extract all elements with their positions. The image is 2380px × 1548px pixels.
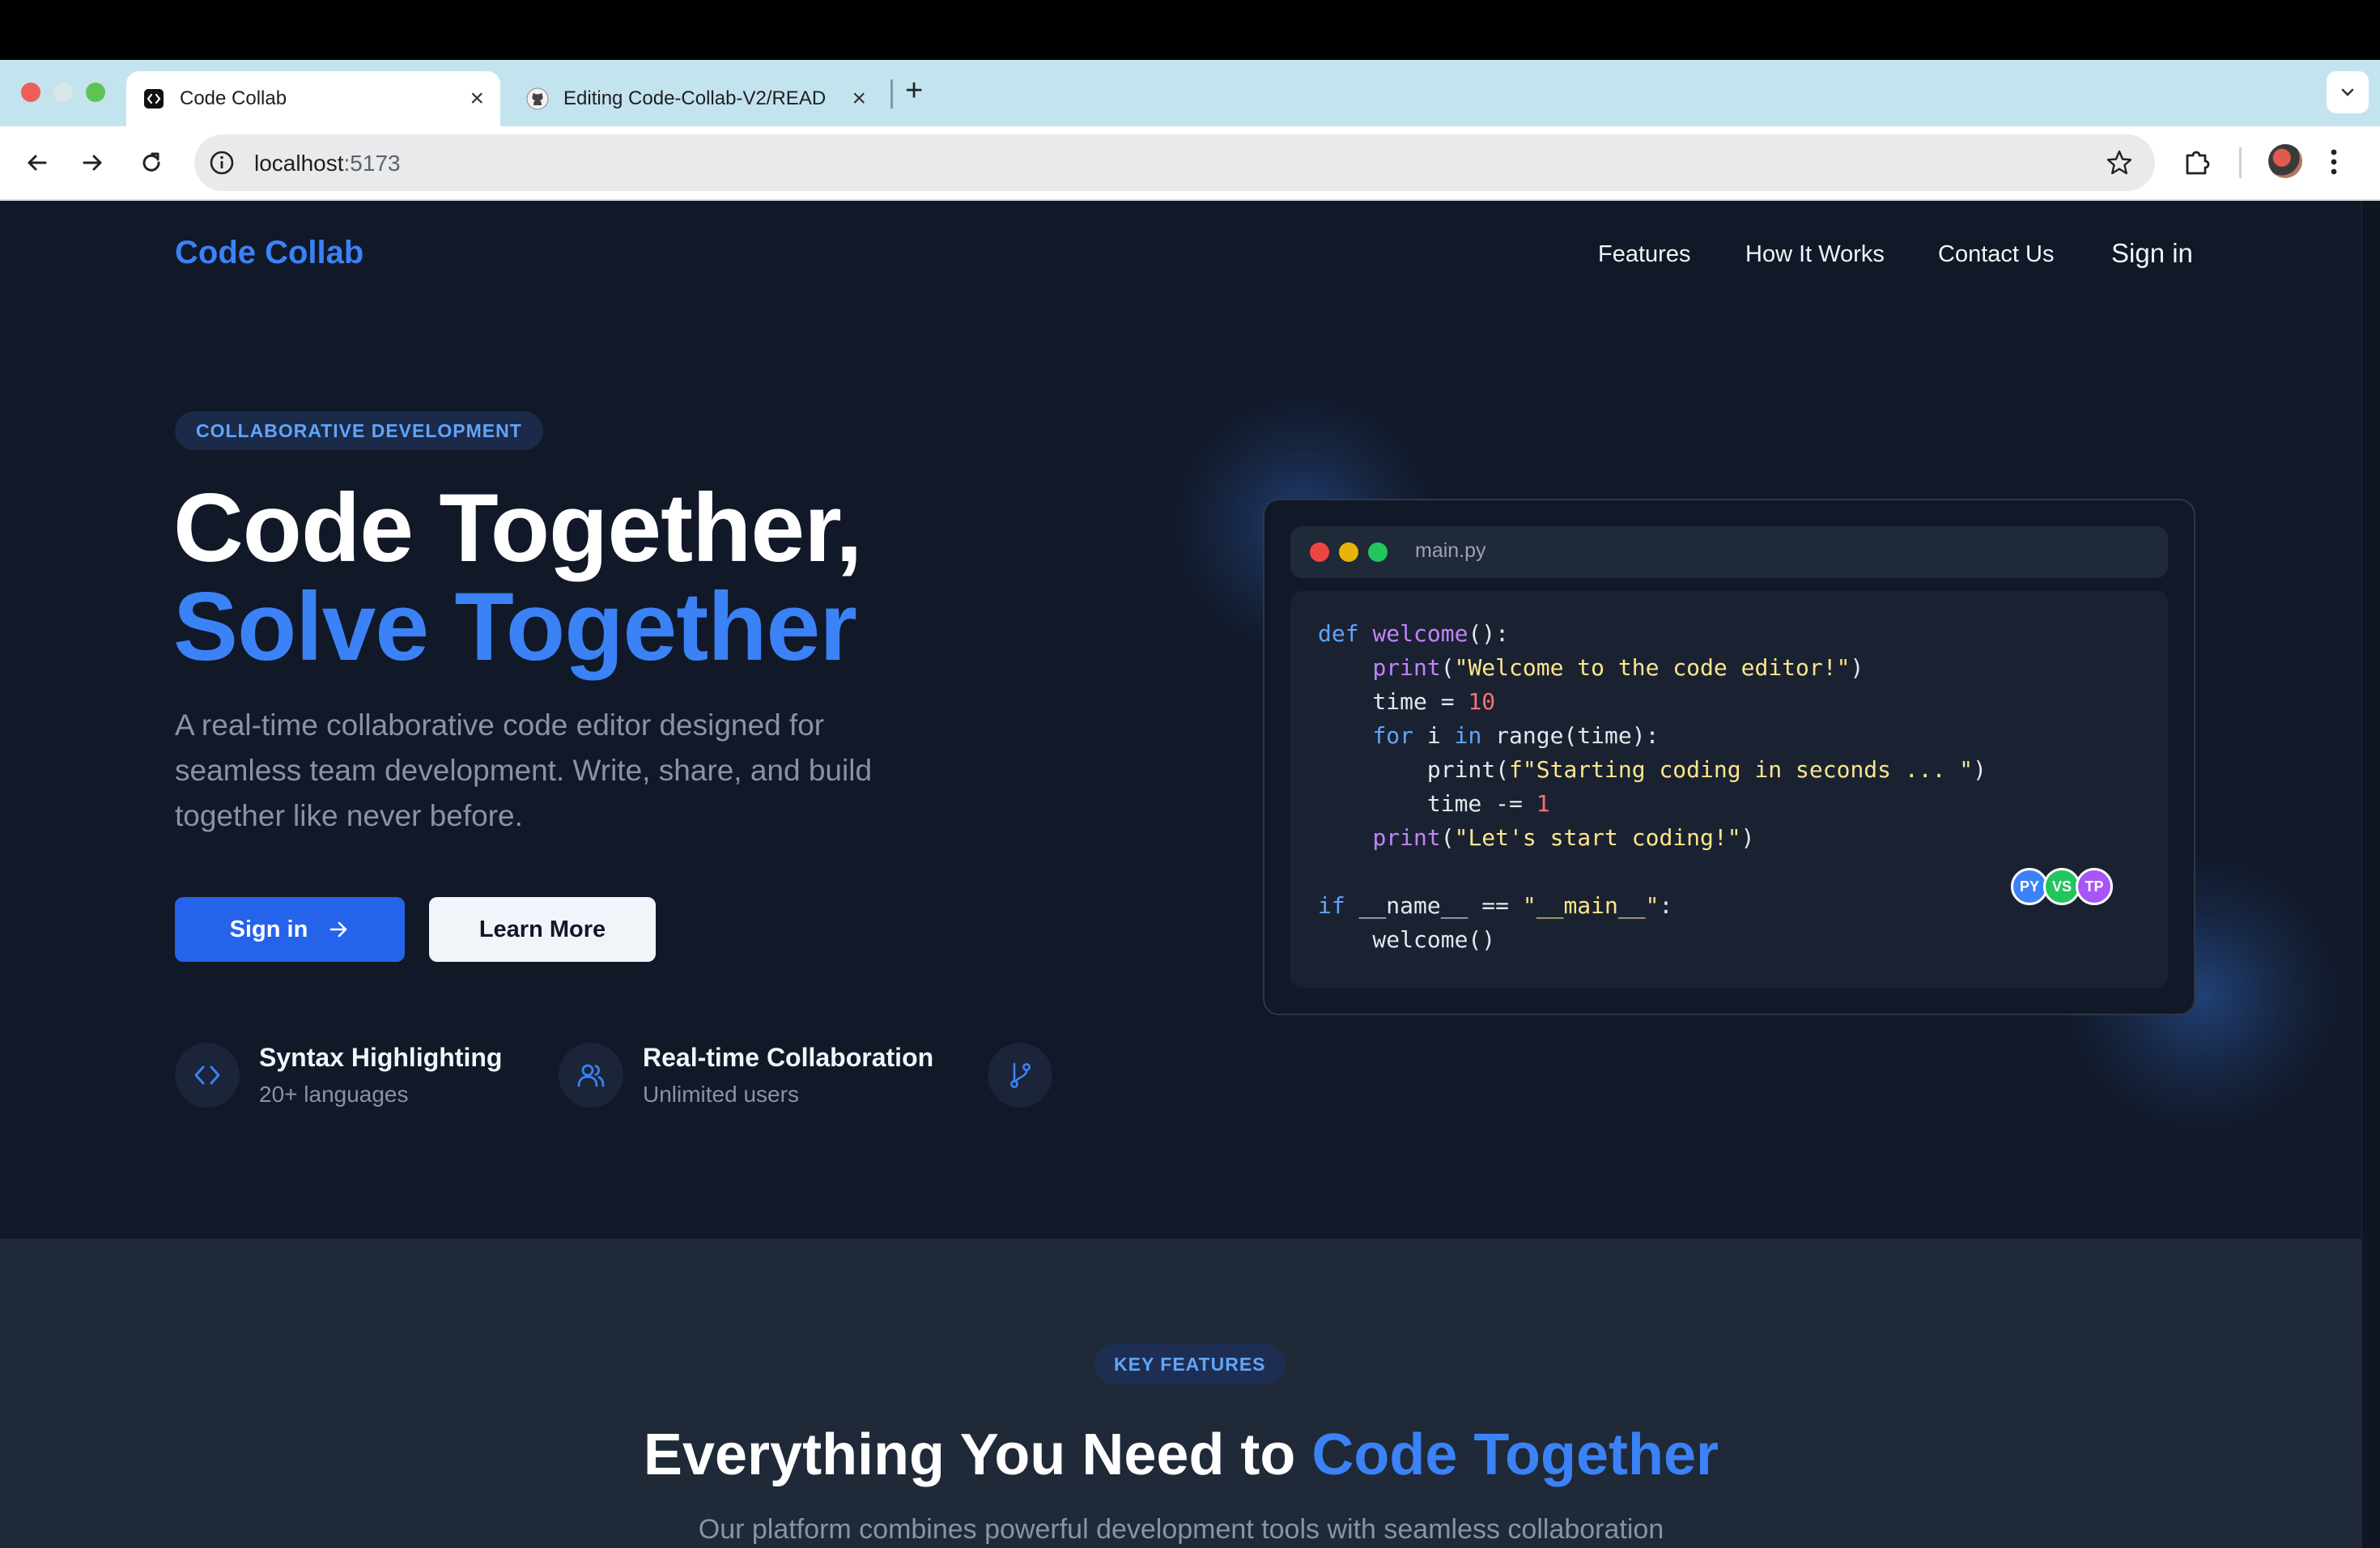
- editor-red-dot: [1310, 542, 1329, 562]
- collaborator-avatar[interactable]: TP: [2076, 868, 2113, 905]
- more-menu-icon[interactable]: [2328, 146, 2340, 182]
- tab-code-collab[interactable]: Code Collab ×: [126, 71, 500, 126]
- address-url: localhost:5173: [254, 151, 401, 176]
- hero-badge: COLLABORATIVE DEVELOPMENT: [175, 411, 543, 450]
- features-subheading: Our platform combines powerful developme…: [698, 1514, 1664, 1545]
- editor-yellow-dot: [1339, 542, 1358, 562]
- browser-toolbar: localhost:5173: [0, 126, 2380, 201]
- extensions-puzzle-icon[interactable]: [2181, 146, 2213, 182]
- toolbar-separator: [2239, 147, 2242, 178]
- reload-icon[interactable]: [133, 144, 170, 181]
- code-block: def welcome(): print("Welcome to the cod…: [1290, 591, 2168, 988]
- code-icon: [175, 1043, 240, 1108]
- brand-logo[interactable]: Code Collab: [175, 235, 363, 271]
- feature-title: Syntax Highlighting: [259, 1043, 503, 1072]
- code-line: for i in range(time):: [1372, 722, 1660, 749]
- window-close-button[interactable]: [21, 83, 40, 102]
- window-zoom-button[interactable]: [86, 83, 105, 102]
- tab-separator: [890, 79, 893, 108]
- editor-filename: main.py: [1415, 539, 1486, 562]
- code-line: if __name__ == "__main__":: [1318, 892, 1673, 919]
- features-section: KEY FEATURES Everything You Need to Code…: [0, 1239, 2362, 1548]
- hero-title-line1: Code Together,: [173, 474, 862, 582]
- forward-arrow-icon[interactable]: [74, 144, 112, 181]
- new-tab-plus-icon[interactable]: +: [905, 74, 923, 107]
- tab-title: Code Collab: [180, 87, 287, 109]
- feature-subtitle: Unlimited users: [643, 1082, 799, 1107]
- users-icon: [559, 1043, 623, 1108]
- page: Code Collab Features How It Works Contac…: [0, 201, 2380, 1548]
- tab-github-editing[interactable]: Editing Code-Collab-V2/READ ×: [510, 71, 882, 126]
- nav-sign-in[interactable]: Sign in: [2111, 238, 2193, 269]
- learn-more-button[interactable]: Learn More: [429, 897, 656, 962]
- arrow-right-icon: [327, 918, 350, 941]
- hero-title-line2: Solve Together: [173, 572, 857, 681]
- features-heading: Everything You Need to Code Together: [643, 1423, 1719, 1487]
- nav-features[interactable]: Features: [1598, 241, 1690, 268]
- nav-contact-us[interactable]: Contact Us: [1938, 241, 2054, 268]
- feature-title: Real-time Collaboration: [643, 1043, 934, 1072]
- code-line: print("Let's start coding!"): [1372, 824, 1755, 851]
- hero-sign-in-label: Sign in: [229, 916, 308, 942]
- window-minimize-button[interactable]: [53, 83, 73, 102]
- github-icon: [526, 87, 549, 110]
- tab-close-icon[interactable]: ×: [852, 87, 866, 111]
- page-scrollbar[interactable]: [2361, 201, 2380, 1548]
- features-badge: KEY FEATURES: [1094, 1344, 1286, 1384]
- code-line: def welcome():: [1318, 620, 1510, 647]
- address-bar[interactable]: localhost:5173: [194, 134, 2155, 191]
- browser-tabstrip: Code Collab × Editing Code-Collab-V2/REA…: [0, 60, 2380, 126]
- tab-close-icon[interactable]: ×: [470, 87, 484, 111]
- bookmark-star-icon[interactable]: [2105, 148, 2134, 181]
- nav-how-it-works[interactable]: How It Works: [1745, 241, 1885, 268]
- git-branch-icon: [988, 1043, 1052, 1108]
- tab-search-chevron-icon[interactable]: [2327, 71, 2369, 113]
- code-line: welcome(): [1318, 926, 1496, 953]
- hero-sign-in-button[interactable]: Sign in: [175, 897, 405, 962]
- code-line: time = 10: [1318, 688, 1496, 715]
- profile-avatar[interactable]: [2268, 144, 2302, 178]
- code-collab-favicon-icon: [142, 87, 165, 110]
- back-arrow-icon[interactable]: [18, 144, 55, 181]
- editor-titlebar: main.py: [1290, 526, 2168, 578]
- code-line: print(f"Starting coding in seconds ... "…: [1318, 756, 1987, 783]
- hero-description: A real-time collaborative code editor de…: [175, 708, 873, 832]
- tab-title: Editing Code-Collab-V2/READ: [563, 87, 827, 109]
- editor-green-dot: [1368, 542, 1388, 562]
- code-editor-card: main.py def welcome(): print("Welcome to…: [1263, 499, 2195, 1015]
- code-line: time -= 1: [1318, 790, 1550, 817]
- site-info-icon[interactable]: [207, 148, 236, 181]
- feature-subtitle: 20+ languages: [259, 1082, 409, 1107]
- code-line: print("Welcome to the code editor!"): [1372, 654, 1864, 681]
